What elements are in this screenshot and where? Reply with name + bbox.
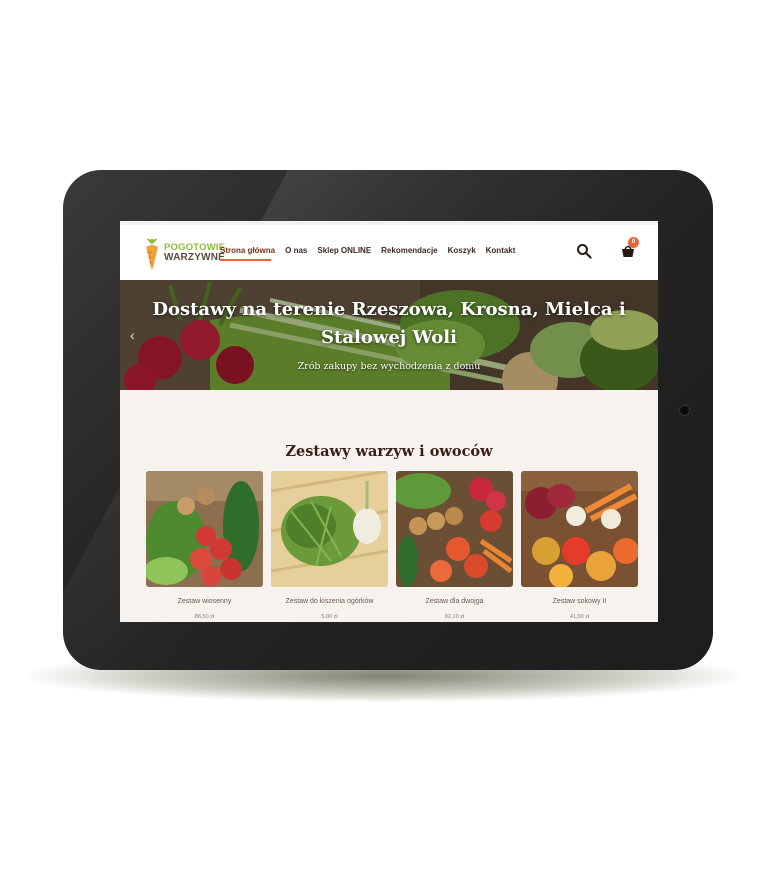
product-price: 86,50 zł — [194, 614, 215, 620]
website-screen: POGOTOWIE WARZYWNE Strona główna O nas S… — [120, 221, 658, 622]
product-name[interactable]: Zestaw dla dwojga — [396, 598, 513, 605]
product-price: 41,00 zł — [569, 614, 590, 620]
product-price: 82,10 zł — [444, 614, 465, 620]
hero-subtitle: Zrób zakupy bez wychodzenia z domu — [297, 361, 481, 372]
hero-banner: ‹ Dostawy na terenie Rzeszowa, Krosna, M… — [120, 280, 658, 390]
nav-item-home[interactable]: Strona główna — [220, 246, 275, 255]
nav-item-cart[interactable]: Koszyk — [448, 246, 476, 255]
logo[interactable]: POGOTOWIE WARZYWNE — [142, 239, 225, 269]
logo-text-bottom: WARZYWNE — [164, 252, 226, 263]
main-nav: Strona główna O nas Sklep ONLINE Rekomen… — [220, 246, 525, 255]
nav-active-underline — [220, 259, 271, 261]
section-title: Zestawy warzyw i owoców — [285, 443, 493, 460]
search-icon[interactable] — [576, 243, 592, 259]
carrot-logo-icon — [146, 239, 158, 269]
product-price: 5,00 zł — [321, 614, 338, 620]
tablet-camera-icon — [680, 406, 689, 415]
product-image[interactable] — [146, 471, 263, 587]
nav-item-recommendations[interactable]: Rekomendacje — [381, 246, 437, 255]
product-image[interactable] — [521, 471, 638, 587]
device-mockup: POGOTOWIE WARZYWNE Strona główna O nas S… — [0, 0, 770, 874]
product-name[interactable]: Zestaw sokowy II — [521, 598, 638, 605]
product-name[interactable]: Zestaw wiosenny — [146, 598, 263, 605]
product-name[interactable]: Zestaw do kiszenia ogórków — [271, 598, 388, 605]
site-header: POGOTOWIE WARZYWNE Strona główna O nas S… — [120, 221, 658, 281]
nav-item-shop[interactable]: Sklep ONLINE — [317, 246, 371, 255]
product-image[interactable] — [396, 471, 513, 587]
header-topline — [120, 221, 658, 225]
hero-title: Dostawy na terenie Rzeszowa, Krosna, Mie… — [152, 299, 626, 348]
product-grid: Zestaw wiosenny 86,50 zł Zestaw do kisze… — [146, 471, 638, 622]
product-image[interactable] — [271, 471, 388, 587]
nav-item-contact[interactable]: Kontakt — [486, 246, 516, 255]
cart-count-badge: 0 — [628, 237, 639, 248]
nav-item-about[interactable]: O nas — [285, 246, 307, 255]
